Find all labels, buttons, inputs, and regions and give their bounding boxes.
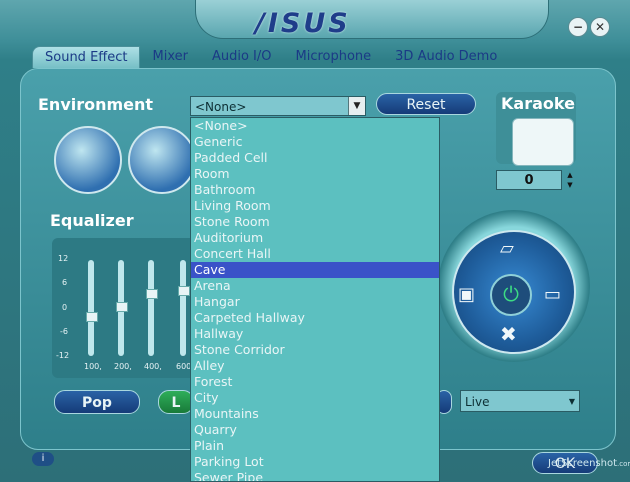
environment-option[interactable]: Forest xyxy=(191,374,439,390)
folder-icon[interactable]: ▭ xyxy=(544,284,561,305)
karaoke-spinner[interactable]: ▲ ▼ xyxy=(564,170,576,190)
environment-option[interactable]: Concert Hall xyxy=(191,246,439,262)
close-button[interactable]: ✕ xyxy=(590,17,610,37)
eq-scale-0: 0 xyxy=(62,303,68,312)
preset-pop-button[interactable]: Pop xyxy=(54,390,140,414)
eq-slider-400[interactable] xyxy=(148,260,154,356)
eq-band-label: 100, xyxy=(84,362,102,371)
tab-sound-effect[interactable]: Sound Effect xyxy=(32,46,141,68)
asus-audio-window: /ISUS − ✕ Sound Effect Mixer Audio I/O M… xyxy=(0,0,630,482)
eq-band-label: 200, xyxy=(114,362,132,371)
eq-scale-minus6: -6 xyxy=(60,327,68,336)
eq-thumb-200[interactable] xyxy=(116,302,128,312)
environment-option[interactable]: Arena xyxy=(191,278,439,294)
environment-select-value: <None> xyxy=(195,100,247,114)
preset-button[interactable]: L xyxy=(158,390,194,414)
environment-option[interactable]: Sewer Pipe xyxy=(191,470,439,481)
eq-band-label: 600 xyxy=(176,362,192,371)
eq-band-label: 400, xyxy=(144,362,162,371)
tab-audio-io[interactable]: Audio I/O xyxy=(200,46,284,68)
karaoke-title: Karaoke xyxy=(501,94,575,113)
environment-option[interactable]: Stone Corridor xyxy=(191,342,439,358)
watermark: JetScreenshot.com xyxy=(548,458,630,469)
environment-option[interactable]: <None> xyxy=(191,118,439,134)
tab-microphone[interactable]: Microphone xyxy=(283,46,383,68)
eq-thumb-600[interactable] xyxy=(178,286,190,296)
tab-bar: Sound Effect Mixer Audio I/O Microphone … xyxy=(32,46,509,68)
karaoke-singer-icon[interactable] xyxy=(512,118,574,166)
environment-option[interactable]: Auditorium xyxy=(191,230,439,246)
environment-option[interactable]: Hangar xyxy=(191,294,439,310)
environment-option[interactable]: Stone Room xyxy=(191,214,439,230)
environment-option[interactable]: City xyxy=(191,390,439,406)
watermark-text: JetScreenshot xyxy=(548,458,617,469)
environment-option[interactable]: Generic xyxy=(191,134,439,150)
eraser-icon[interactable]: ▱ xyxy=(500,238,514,259)
environment-dropdown-list: <None> Generic Padded Cell Room Bathroom… xyxy=(190,117,440,482)
power-icon[interactable]: ⏻ xyxy=(490,274,532,316)
environment-option[interactable]: Plain xyxy=(191,438,439,454)
output-select[interactable]: Live ▼ xyxy=(460,390,580,412)
environment-option[interactable]: Living Room xyxy=(191,198,439,214)
environment-option[interactable]: Carpeted Hallway xyxy=(191,310,439,326)
environment-room-icon[interactable] xyxy=(54,126,122,194)
environment-option[interactable]: Mountains xyxy=(191,406,439,422)
environment-option[interactable]: Padded Cell xyxy=(191,150,439,166)
asus-logo: /ISUS xyxy=(255,8,351,39)
minimize-button[interactable]: − xyxy=(568,17,588,37)
karaoke-value[interactable]: 0 xyxy=(496,170,562,190)
environment-option[interactable]: Parking Lot xyxy=(191,454,439,470)
output-select-value: Live xyxy=(465,395,490,409)
reset-button[interactable]: Reset xyxy=(376,93,476,115)
eq-slider-100[interactable] xyxy=(88,260,94,356)
tab-mixer[interactable]: Mixer xyxy=(140,46,199,68)
environment-option[interactable]: Quarry xyxy=(191,422,439,438)
watermark-suffix: .com xyxy=(617,460,630,468)
environment-shower-icon[interactable] xyxy=(128,126,196,194)
chevron-down-icon[interactable]: ▼ xyxy=(569,391,575,413)
eq-scale-minus12: -12 xyxy=(56,351,70,360)
environment-option[interactable]: Alley xyxy=(191,358,439,374)
eq-scale-6: 6 xyxy=(62,278,68,287)
environment-option-highlighted[interactable]: Cave xyxy=(191,262,439,278)
environment-option[interactable]: Room xyxy=(191,166,439,182)
eq-thumb-400[interactable] xyxy=(146,289,158,299)
tab-3d-audio-demo[interactable]: 3D Audio Demo xyxy=(383,46,509,68)
eq-thumb-100[interactable] xyxy=(86,312,98,322)
environment-option[interactable]: Hallway xyxy=(191,326,439,342)
eq-scale-12: 12 xyxy=(58,254,69,263)
environment-select[interactable]: <None> ▼ xyxy=(190,96,366,116)
info-icon[interactable]: i xyxy=(32,452,54,466)
delete-icon[interactable]: ✖ xyxy=(500,322,517,346)
equalizer-title: Equalizer xyxy=(50,211,134,230)
environment-option[interactable]: Bathroom xyxy=(191,182,439,198)
environment-title: Environment xyxy=(38,95,154,114)
title-cap xyxy=(195,0,549,39)
chevron-down-icon[interactable]: ▼ xyxy=(348,97,365,115)
eq-slider-600[interactable] xyxy=(180,260,186,356)
save-icon[interactable]: ▣ xyxy=(458,284,475,305)
